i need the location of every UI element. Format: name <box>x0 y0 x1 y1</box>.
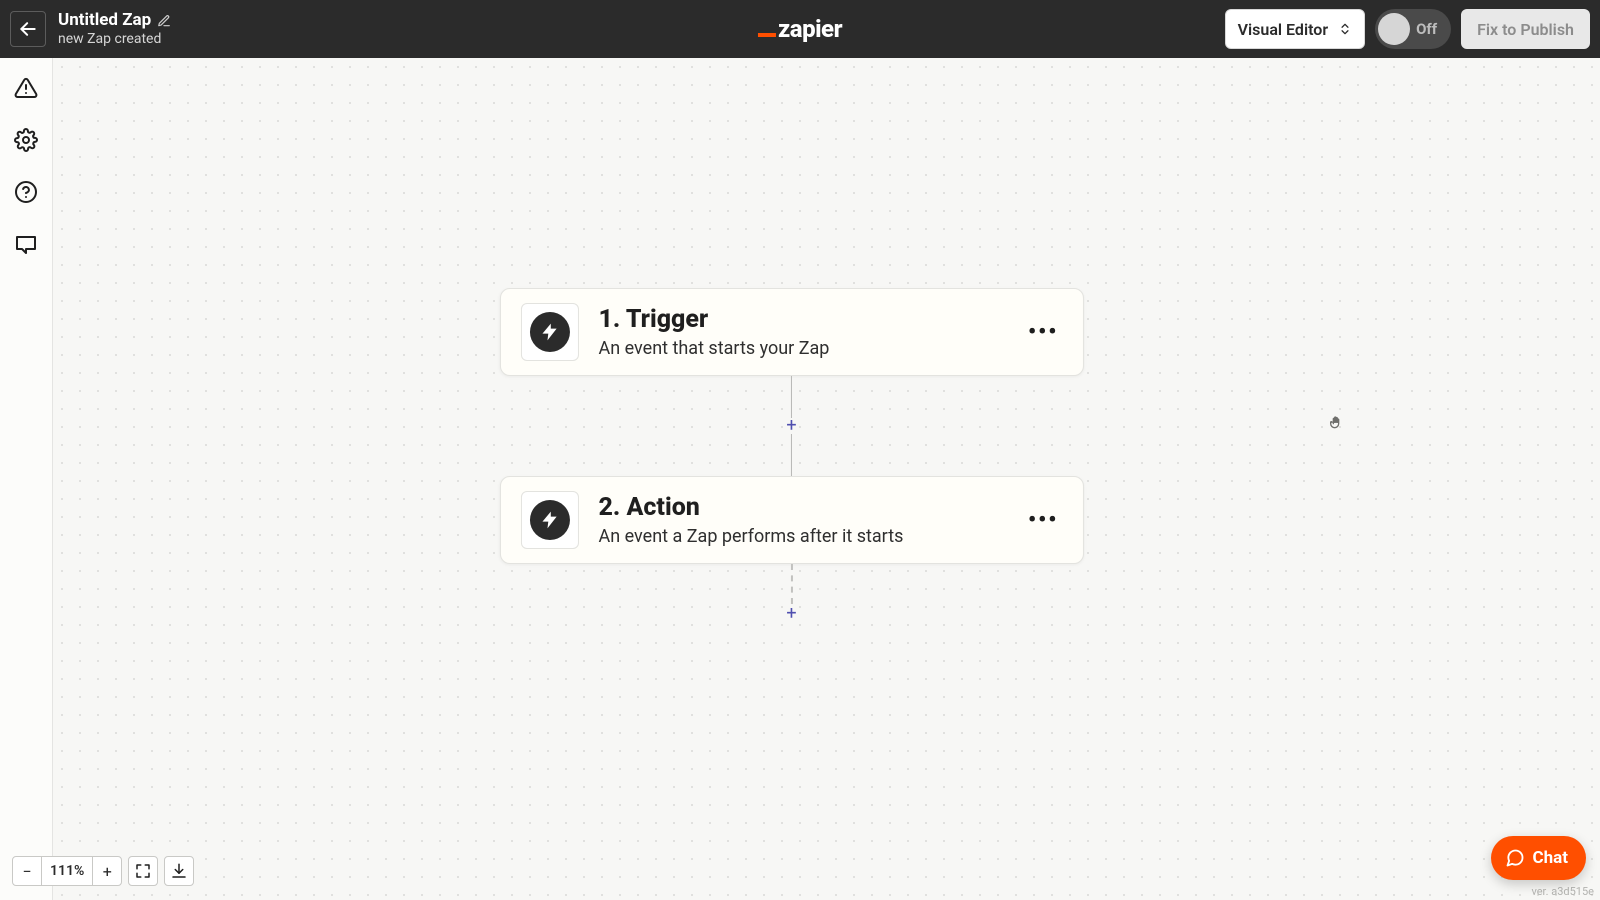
step-more-menu[interactable]: ••• <box>1024 508 1062 533</box>
topbar: Untitled Zap new Zap created zapier Visu… <box>0 0 1600 58</box>
publish-button[interactable]: Fix to Publish <box>1461 9 1590 49</box>
fit-to-screen-button[interactable] <box>128 856 158 886</box>
step-title: 2. Action <box>598 493 1004 522</box>
zap-title: Untitled Zap <box>58 10 151 30</box>
left-rail <box>0 58 53 900</box>
bolt-icon-bg <box>529 500 569 540</box>
zoom-level: 111% <box>42 856 92 886</box>
gear-icon <box>14 127 38 153</box>
plus-icon: + <box>103 862 112 881</box>
minus-icon: − <box>22 862 31 881</box>
version-label: ver. a3d515e <box>1531 885 1594 898</box>
bolt-icon <box>539 322 559 342</box>
step-text: 2. Action An event a Zap performs after … <box>598 493 1004 547</box>
chat-label: Chat <box>1533 848 1569 868</box>
zoom-controls: − 111% + <box>12 856 194 886</box>
ellipsis-icon: ••• <box>1028 320 1058 345</box>
chat-bubble-icon <box>1505 848 1525 868</box>
chevron-updown-icon <box>1338 20 1352 38</box>
chat-fab[interactable]: Chat <box>1491 836 1587 880</box>
logo-underscore-icon <box>758 33 776 37</box>
step-app-icon-slot <box>520 491 578 549</box>
connector-dashed-line <box>790 564 792 604</box>
zoom-group: − 111% + <box>12 856 122 886</box>
grab-cursor-icon <box>1328 415 1344 431</box>
help-button[interactable] <box>14 180 38 204</box>
bolt-icon <box>539 510 559 530</box>
editor-mode-label: Visual Editor <box>1238 20 1328 39</box>
zap-title-block: Untitled Zap new Zap created <box>58 10 171 47</box>
editor-canvas[interactable]: 1. Trigger An event that starts your Zap… <box>53 58 1600 900</box>
zoom-out-button[interactable]: − <box>12 856 42 886</box>
connector-line <box>791 434 792 476</box>
comment-icon <box>14 231 38 257</box>
step-text: 1. Trigger An event that starts your Zap <box>598 305 1004 359</box>
edit-icon <box>157 14 171 28</box>
step-trigger[interactable]: 1. Trigger An event that starts your Zap… <box>499 288 1083 376</box>
download-icon <box>170 862 188 880</box>
step-subtitle: An event that starts your Zap <box>598 338 1004 359</box>
topbar-right: Visual Editor Off Fix to Publish <box>1225 9 1590 49</box>
back-button[interactable] <box>10 11 46 47</box>
zapier-logo: zapier <box>758 15 842 43</box>
alert-triangle-icon <box>14 75 38 101</box>
zap-subtitle: new Zap created <box>58 31 171 48</box>
connector-end: + <box>783 564 799 622</box>
arrow-left-icon <box>18 19 38 39</box>
flow-column: 1. Trigger An event that starts your Zap… <box>499 288 1083 622</box>
editor-mode-select[interactable]: Visual Editor <box>1225 9 1365 49</box>
zoom-in-button[interactable]: + <box>92 856 122 886</box>
zap-on-off-toggle[interactable]: Off <box>1375 9 1451 49</box>
zap-title-row[interactable]: Untitled Zap <box>58 10 171 30</box>
step-title: 1. Trigger <box>598 305 1004 334</box>
connector-line <box>791 376 792 418</box>
step-app-icon-slot <box>520 303 578 361</box>
add-step-button[interactable]: + <box>783 418 799 434</box>
warnings-button[interactable] <box>14 76 38 100</box>
settings-button[interactable] <box>14 128 38 152</box>
ellipsis-icon: ••• <box>1028 508 1058 533</box>
toggle-label: Off <box>1416 20 1437 38</box>
export-button[interactable] <box>164 856 194 886</box>
connector: + <box>783 376 799 476</box>
fullscreen-icon <box>134 862 152 880</box>
help-circle-icon <box>14 179 38 205</box>
add-step-button[interactable]: + <box>783 606 799 622</box>
step-more-menu[interactable]: ••• <box>1024 320 1062 345</box>
bolt-icon-bg <box>529 312 569 352</box>
logo-text: zapier <box>778 15 842 43</box>
toggle-knob <box>1378 13 1410 45</box>
publish-label: Fix to Publish <box>1477 20 1574 39</box>
comments-button[interactable] <box>14 232 38 256</box>
step-subtitle: An event a Zap performs after it starts <box>598 526 1004 547</box>
step-action[interactable]: 2. Action An event a Zap performs after … <box>499 476 1083 564</box>
